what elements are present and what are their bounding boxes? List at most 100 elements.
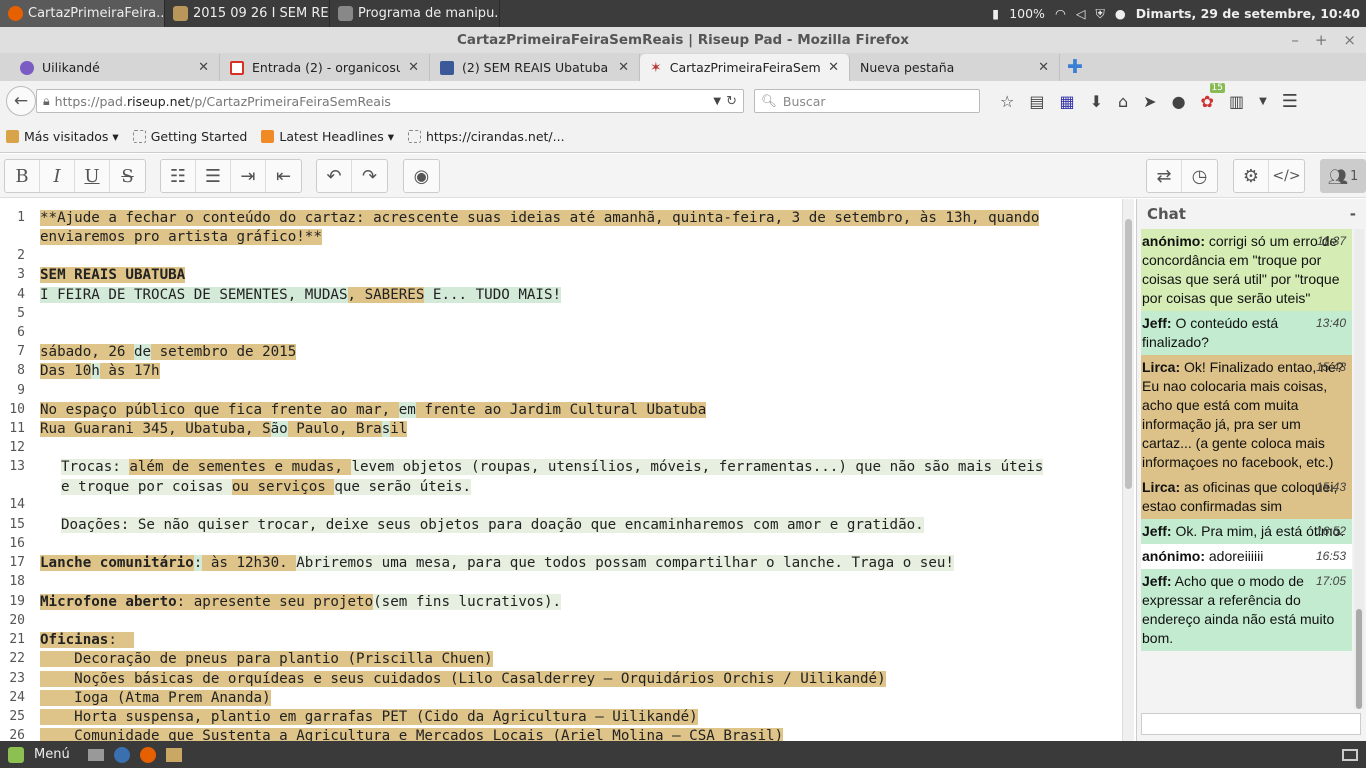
chat-collapse-button[interactable]: - [1350,205,1356,223]
users-button[interactable]: 👥︎ 1 [1321,160,1365,192]
thunderbird-icon[interactable] [113,746,130,763]
strikethrough-button[interactable]: S [110,160,145,192]
timeslider-clock-icon[interactable]: ◷ [1182,160,1217,192]
tab-new-tab[interactable]: Nueva pestaña ✕ [850,54,1060,81]
tab-label: Entrada (2) - organicosub... [252,60,400,75]
bookmark-most-visited[interactable]: Más visitados ▾ [6,129,119,144]
url-dropdown-icon[interactable]: ▼ [713,96,721,107]
underline-button[interactable]: U [75,160,110,192]
line-number: 6 [17,325,25,340]
chat-scroll-thumb[interactable] [1356,609,1362,709]
embed-code-icon[interactable]: </> [1269,160,1304,192]
indent-icon[interactable]: ⇥ [231,160,266,192]
outdent-icon[interactable]: ⇤ [266,160,301,192]
send-icon[interactable]: ➤ [1143,92,1156,111]
line-number: 16 [9,536,25,551]
addon-badge-icon[interactable]: ✿ 15 [1201,82,1225,111]
chat-input[interactable] [1141,713,1361,735]
taskbar-item-folder[interactable]: 2015 09 26 I SEM RE... [165,0,330,27]
text-run: além de sementes e mudas, [129,459,352,475]
import-export-icon[interactable]: ⇄ [1147,160,1182,192]
tab-label: Nueva pestaña [860,60,955,75]
reload-icon[interactable]: ↻ [726,94,737,109]
close-window-button[interactable]: × [1343,27,1356,53]
reading-list-icon[interactable]: ▤ [1029,92,1044,111]
editor-scroll-thumb[interactable] [1125,219,1132,489]
url-bar[interactable]: 🔒︎ https://pad.riseup.net/p/CartazPrimei… [36,89,744,113]
chat-text: adoreiiiiii [1205,548,1264,564]
chat-author: Jeff: [1142,523,1172,539]
bold-button[interactable]: B [5,160,40,192]
wifi-icon[interactable]: ◠ [1055,6,1066,21]
close-tab-icon[interactable]: ✕ [618,60,629,75]
text-run: Rua Guarani 345, Ubatuba, S [40,421,271,437]
back-arrow-icon[interactable]: ← [6,86,36,116]
chat-time: 15:43 [1315,480,1346,494]
hamburger-menu-icon[interactable]: ☰ [1282,91,1298,112]
folder-icon [173,6,188,21]
files-icon[interactable] [165,747,182,762]
workspace-icon[interactable] [1342,748,1358,761]
ordered-list-icon[interactable]: ☷ [161,160,196,192]
facebook-icon [440,60,454,75]
download-icon[interactable]: ⬇ [1090,92,1103,111]
bookmark-latest-headlines[interactable]: Latest Headlines ▾ [261,129,394,144]
close-tab-icon[interactable]: ✕ [1038,60,1049,75]
search-box[interactable]: 🔍︎ Buscar [754,89,980,113]
settings-gear-icon[interactable]: ⚙ [1234,160,1269,192]
editor-scrollbar[interactable] [1122,199,1134,741]
show-desktop-icon[interactable] [87,748,104,761]
maximize-button[interactable]: + [1315,27,1328,53]
bookmark-label: https://cirandas.net/... [425,129,565,144]
volume-icon[interactable]: ◁ [1076,6,1086,21]
system-tray: ▮ 100% ◠ ◁ ⛨ ● Dimarts, 29 de setembre, … [992,6,1366,22]
bookmark-cirandas[interactable]: https://cirandas.net/... [407,129,565,144]
battery-level: 100% [1009,6,1045,21]
minimize-button[interactable]: – [1291,27,1299,53]
addon-flag-icon[interactable]: ▦ [1059,92,1074,111]
text-run: No espaço público que fica frente ao mar… [40,402,399,418]
taskbar-item-program[interactable]: Programa de manipu... [330,0,500,27]
clock[interactable]: Dimarts, 29 de setembre, 10:40 [1136,6,1360,21]
text-run: s [381,421,391,437]
text-run: Microfone aberto [40,594,177,610]
tab-gmail[interactable]: Entrada (2) - organicosub... ✕ [220,54,430,81]
mint-menu-icon[interactable] [8,746,24,763]
tab-riseup-pad[interactable]: ✶ CartazPrimeiraFeiraSem... ✕ [640,54,850,81]
chat-messages: anónimo: corrigi só um erro de concordân… [1141,229,1352,709]
firefox-launcher-icon[interactable] [139,746,156,763]
new-tab-plus-icon[interactable]: ✚ [1060,54,1090,81]
text-run: enviaremos pro artista gráfico!** [40,229,322,245]
redo-icon[interactable]: ↷ [352,160,387,192]
tab-uilikande[interactable]: Uilikandé ✕ [10,54,220,81]
battery-icon[interactable]: ▮ [992,6,999,21]
close-tab-icon[interactable]: ✕ [408,60,419,75]
text-run: Lanche comunitário [40,555,194,571]
undo-icon[interactable]: ↶ [317,160,352,192]
unordered-list-icon[interactable]: ☰ [196,160,231,192]
text-run: ou serviços [231,479,335,495]
text-run: Comunidade que Sustenta a Agricultura e … [40,728,784,741]
taskbar-item-firefox[interactable]: CartazPrimeiraFeira... [0,0,165,27]
shield-icon[interactable]: ⛨ [1095,6,1104,22]
close-tab-icon[interactable]: ✕ [198,60,209,75]
pad-editor[interactable]: 1 2 3 4 5 6 7 8 9 10 11 12 13 14 15 16 1… [0,199,1136,741]
italic-button[interactable]: I [40,160,75,192]
clipboard-icon[interactable]: ▥ [1229,92,1244,111]
taskbar-item-label: CartazPrimeiraFeira... [28,6,165,21]
menu-dropdown-icon[interactable]: ▼ [1259,96,1267,107]
bookmark-getting-started[interactable]: Getting Started [132,129,247,144]
text-run: Ioga (Atma Prem Ananda) [40,690,271,706]
close-tab-icon[interactable]: ✕ [828,60,839,75]
bookmark-label: Latest Headlines ▾ [279,129,394,144]
chat-scrollbar[interactable] [1354,229,1364,709]
chat-bubble-icon[interactable]: ● [1172,92,1186,111]
bookmark-star-icon[interactable]: ☆ [1000,92,1014,111]
text-run: Horta suspensa, plantio em garrafas PET … [40,709,698,725]
home-icon[interactable]: ⌂ [1118,92,1128,111]
line-number: 18 [9,574,25,589]
clear-authorship-eye-icon[interactable]: ◉ [404,160,439,192]
menu-label[interactable]: Menú [34,747,70,762]
user-icon[interactable]: ● [1115,6,1126,21]
tab-facebook[interactable]: (2) SEM REAIS Ubatuba (... ✕ [430,54,640,81]
